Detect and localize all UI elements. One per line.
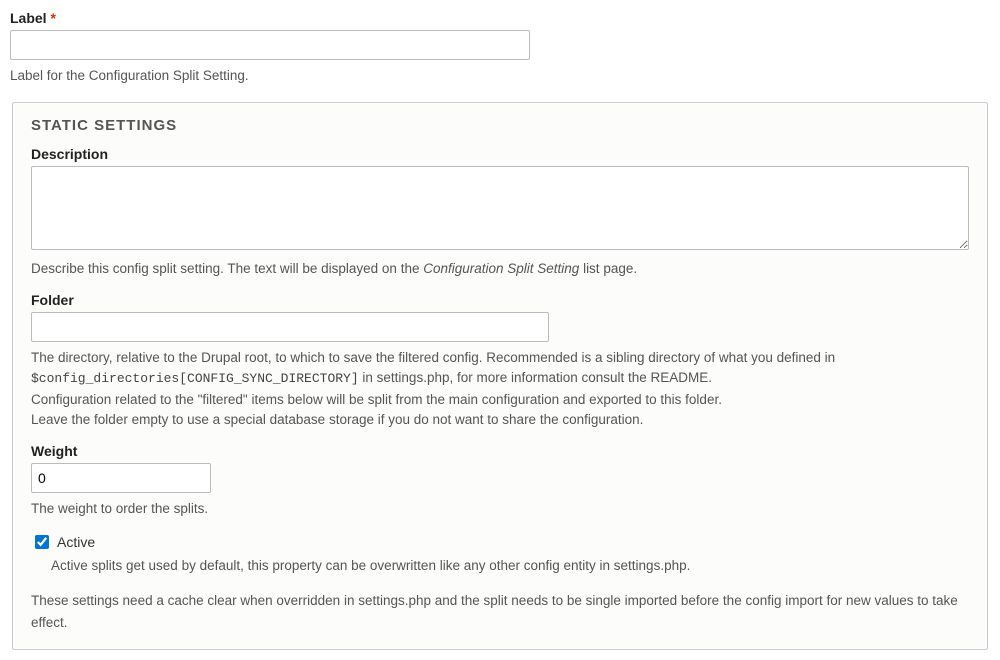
description-label: Description	[31, 146, 969, 162]
folder-input[interactable]	[31, 312, 549, 342]
active-label: Active	[57, 534, 95, 550]
description-help: Describe this config split setting. The …	[31, 259, 969, 279]
description-help-pre: Describe this config split setting. The …	[31, 261, 423, 276]
weight-input[interactable]	[31, 463, 211, 493]
folder-label: Folder	[31, 292, 969, 308]
label-label: Label *	[10, 10, 990, 26]
active-help: Active splits get used by default, this …	[51, 556, 969, 576]
description-textarea[interactable]	[31, 166, 969, 250]
folder-help-line2: Configuration related to the "filtered" …	[31, 392, 722, 407]
description-help-post: list page.	[579, 261, 637, 276]
folder-help: The directory, relative to the Drupal ro…	[31, 348, 969, 432]
description-help-italic: Configuration Split Setting	[423, 261, 579, 276]
active-field-group: Active Active splits get used by default…	[31, 532, 969, 576]
folder-help-line3: Leave the folder empty to use a special …	[31, 412, 643, 427]
weight-label: Weight	[31, 443, 969, 459]
weight-field-group: Weight The weight to order the splits.	[31, 443, 969, 519]
active-checkbox-row: Active	[31, 532, 969, 552]
folder-help-code: $config_directories[CONFIG_SYNC_DIRECTOR…	[31, 371, 359, 386]
label-field-group: Label * Label for the Configuration Spli…	[10, 10, 990, 86]
folder-help-line1-pre: The directory, relative to the Drupal ro…	[31, 350, 835, 365]
description-field-group: Description Describe this config split s…	[31, 146, 969, 279]
static-settings-legend: STATIC SETTINGS	[31, 117, 969, 134]
static-settings-note: These settings need a cache clear when o…	[31, 590, 969, 633]
folder-field-group: Folder The directory, relative to the Dr…	[31, 292, 969, 432]
folder-help-line1-post: in settings.php, for more information co…	[359, 370, 712, 385]
weight-help: The weight to order the splits.	[31, 499, 969, 519]
label-input[interactable]	[10, 30, 530, 60]
static-settings-fieldset: STATIC SETTINGS Description Describe thi…	[12, 102, 988, 650]
label-text: Label	[10, 10, 47, 26]
required-marker: *	[50, 10, 55, 26]
active-checkbox[interactable]	[35, 535, 49, 549]
label-help: Label for the Configuration Split Settin…	[10, 66, 990, 86]
